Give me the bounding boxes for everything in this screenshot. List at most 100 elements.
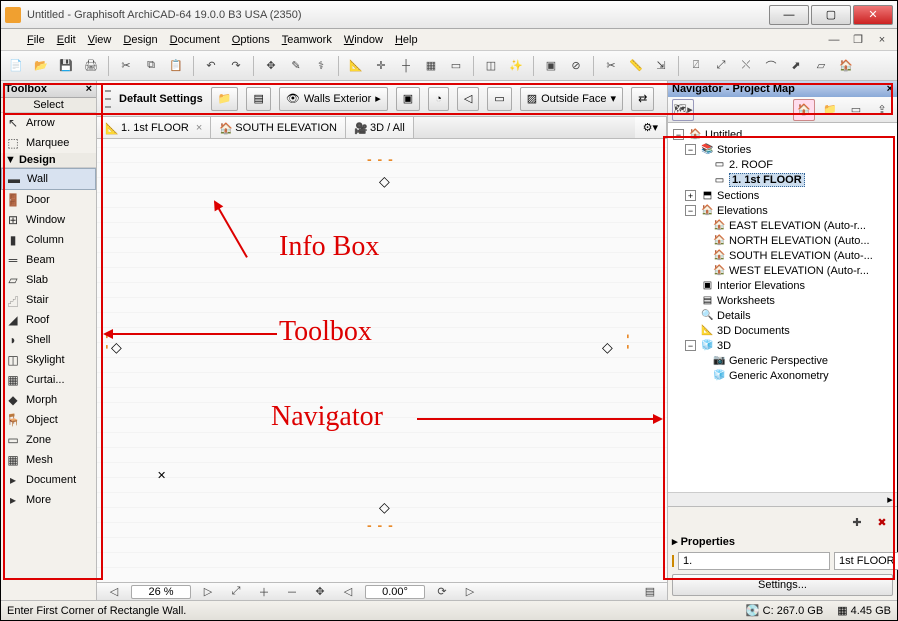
maximize-button[interactable]: ▢	[811, 5, 851, 25]
toolbox-group-design[interactable]: ▼ Design	[1, 153, 96, 168]
nav-viewmap-button[interactable]: 📁	[819, 99, 841, 121]
intersect-button[interactable]: ⤬	[735, 55, 757, 77]
tree-east-elevation-auto-r-[interactable]: 🏠EAST ELEVATION (Auto-r...	[670, 218, 895, 233]
magic-button[interactable]: ✨	[505, 55, 527, 77]
minimize-button[interactable]: —	[769, 5, 809, 25]
toolbox-more[interactable]: ▸More	[1, 490, 96, 510]
tab-south-elevation[interactable]: 🏠SOUTH ELEVATION	[211, 117, 346, 138]
tool-wall[interactable]: ▬Wall	[1, 168, 96, 190]
tree-north-elevation-auto-[interactable]: 🏠NORTH ELEVATION (Auto...	[670, 233, 895, 248]
scrollback-button[interactable]: ◁	[103, 581, 125, 603]
geometry2-button[interactable]: ◔	[428, 87, 449, 111]
flip-button[interactable]: ⇄	[631, 87, 654, 111]
tab-close-icon[interactable]: ×	[196, 122, 202, 134]
mdi-restore-button[interactable]: ❐	[847, 29, 869, 51]
guide-button[interactable]: ┼	[395, 55, 417, 77]
new-button[interactable]: 📄	[5, 55, 27, 77]
tool-arrow[interactable]: ↖Arrow	[1, 113, 96, 133]
expand-icon[interactable]: −	[685, 144, 696, 155]
tool-object[interactable]: 🪑Object	[1, 410, 96, 430]
settings-button[interactable]: Settings...	[672, 574, 893, 596]
misc1-button[interactable]: ▱	[810, 55, 832, 77]
mdi-close-button[interactable]: ×	[871, 29, 893, 51]
prev-view-button[interactable]: ◁	[337, 581, 359, 603]
tool-shell[interactable]: ◗Shell	[1, 330, 96, 350]
tab-options-button[interactable]: ⚙▾	[635, 117, 667, 138]
tree-3d-documents[interactable]: 📐3D Documents	[670, 323, 895, 338]
toolbox-document[interactable]: ▸Document	[1, 470, 96, 490]
tool-beam[interactable]: ═Beam	[1, 250, 96, 270]
copy-button[interactable]: ⧉	[140, 55, 162, 77]
next-view-button[interactable]: ▷	[459, 581, 481, 603]
tree-west-elevation-auto-r-[interactable]: 🏠WEST ELEVATION (Auto-r...	[670, 263, 895, 278]
walls-exterior-dropdown[interactable]: 👁 Walls Exterior ▸	[279, 87, 388, 111]
offset-button[interactable]: ⇲	[650, 55, 672, 77]
menu-options[interactable]: Options	[226, 32, 276, 48]
navigator-tree[interactable]: −🏠Untitled−📚Stories▭2. ROOF▭1. 1st FLOOR…	[668, 123, 897, 492]
tree-generic-perspective[interactable]: 📷Generic Perspective	[670, 353, 895, 368]
grid-button[interactable]: ▦	[420, 55, 442, 77]
edit-button[interactable]: ▣	[540, 55, 562, 77]
geometry4-button[interactable]: ▭	[487, 87, 511, 111]
delete-view-button[interactable]: ✖	[871, 511, 893, 533]
tool-window[interactable]: ⊞Window	[1, 210, 96, 230]
menu-edit[interactable]: Edit	[51, 32, 82, 48]
trim-button[interactable]: ✂	[600, 55, 622, 77]
menu-view[interactable]: View	[82, 32, 118, 48]
properties-header[interactable]: ▸ Properties	[672, 533, 893, 550]
navigator-close-icon[interactable]: ×	[887, 83, 893, 95]
quick-options-button[interactable]: ▤	[639, 581, 661, 603]
tree-worksheets[interactable]: ▤Worksheets	[670, 293, 895, 308]
tree-sections[interactable]: +⬒Sections	[670, 188, 895, 203]
paste-button[interactable]: 📋	[165, 55, 187, 77]
tree-elevations[interactable]: −🏠Elevations	[670, 203, 895, 218]
select-button[interactable]: ◫	[480, 55, 502, 77]
dropper-button[interactable]: ✎	[285, 55, 307, 77]
pick-button[interactable]: ✥	[260, 55, 282, 77]
menu-design[interactable]: Design	[117, 32, 163, 48]
print-button[interactable]: 🖨	[80, 55, 102, 77]
zoomfit-button[interactable]: ⤢	[225, 581, 247, 603]
redo-button[interactable]: ↷	[225, 55, 247, 77]
geometry3-button[interactable]: ◁	[457, 87, 479, 111]
structure-button[interactable]: ▤	[246, 87, 270, 111]
fillet-button[interactable]: ⌒	[760, 55, 782, 77]
tab-3d-all[interactable]: 🎥3D / All	[346, 117, 414, 138]
menu-window[interactable]: Window	[338, 32, 389, 48]
pan-button[interactable]: ✥	[309, 581, 331, 603]
expand-icon[interactable]: +	[685, 190, 696, 201]
outside-face-dropdown[interactable]: ▨ Outside Face ▾	[520, 87, 623, 111]
expand-icon[interactable]: −	[673, 129, 684, 140]
undo-button[interactable]: ↶	[200, 55, 222, 77]
tree-details[interactable]: 🔍Details	[670, 308, 895, 323]
ruler-button[interactable]: 📏	[625, 55, 647, 77]
mdi-minimize-button[interactable]: —	[823, 29, 845, 51]
tree-3d[interactable]: −🧊3D	[670, 338, 895, 353]
save-button[interactable]: 💾	[55, 55, 77, 77]
tree-south-elevation-auto-[interactable]: 🏠SOUTH ELEVATION (Auto-...	[670, 248, 895, 263]
resize-button[interactable]: ⬈	[785, 55, 807, 77]
zoom-value[interactable]: 26 %	[131, 585, 191, 599]
cut-button[interactable]: ✂	[115, 55, 137, 77]
tool-morph[interactable]: ◆Morph	[1, 390, 96, 410]
property-index-input[interactable]	[678, 552, 830, 570]
tool-roof[interactable]: ◢Roof	[1, 310, 96, 330]
tool-marquee[interactable]: ⬚Marquee	[1, 133, 96, 153]
tree-stories[interactable]: −📚Stories	[670, 142, 895, 157]
layer-button[interactable]: 📁	[211, 87, 239, 111]
toolbox-close-icon[interactable]: ×	[86, 83, 92, 95]
menu-teamwork[interactable]: Teamwork	[276, 32, 338, 48]
nav-publisher-button[interactable]: ⇪	[871, 99, 893, 121]
nav-map-button[interactable]: 🗺▸	[672, 99, 694, 121]
tree-generic-axonometry[interactable]: 🧊Generic Axonometry	[670, 368, 895, 383]
menu-file[interactable]: File	[21, 32, 51, 48]
scrollfwd-button[interactable]: ▷	[197, 581, 219, 603]
tool-zone[interactable]: ▭Zone	[1, 430, 96, 450]
tool-door[interactable]: 🚪Door	[1, 190, 96, 210]
close-button[interactable]: ✕	[853, 5, 893, 25]
tool-curtai-[interactable]: ▦Curtai...	[1, 370, 96, 390]
tool-stair[interactable]: 𓊍Stair	[1, 290, 96, 310]
adjust-button[interactable]: ⤢	[710, 55, 732, 77]
open-button[interactable]: 📂	[30, 55, 52, 77]
tool-column[interactable]: ▮Column	[1, 230, 96, 250]
